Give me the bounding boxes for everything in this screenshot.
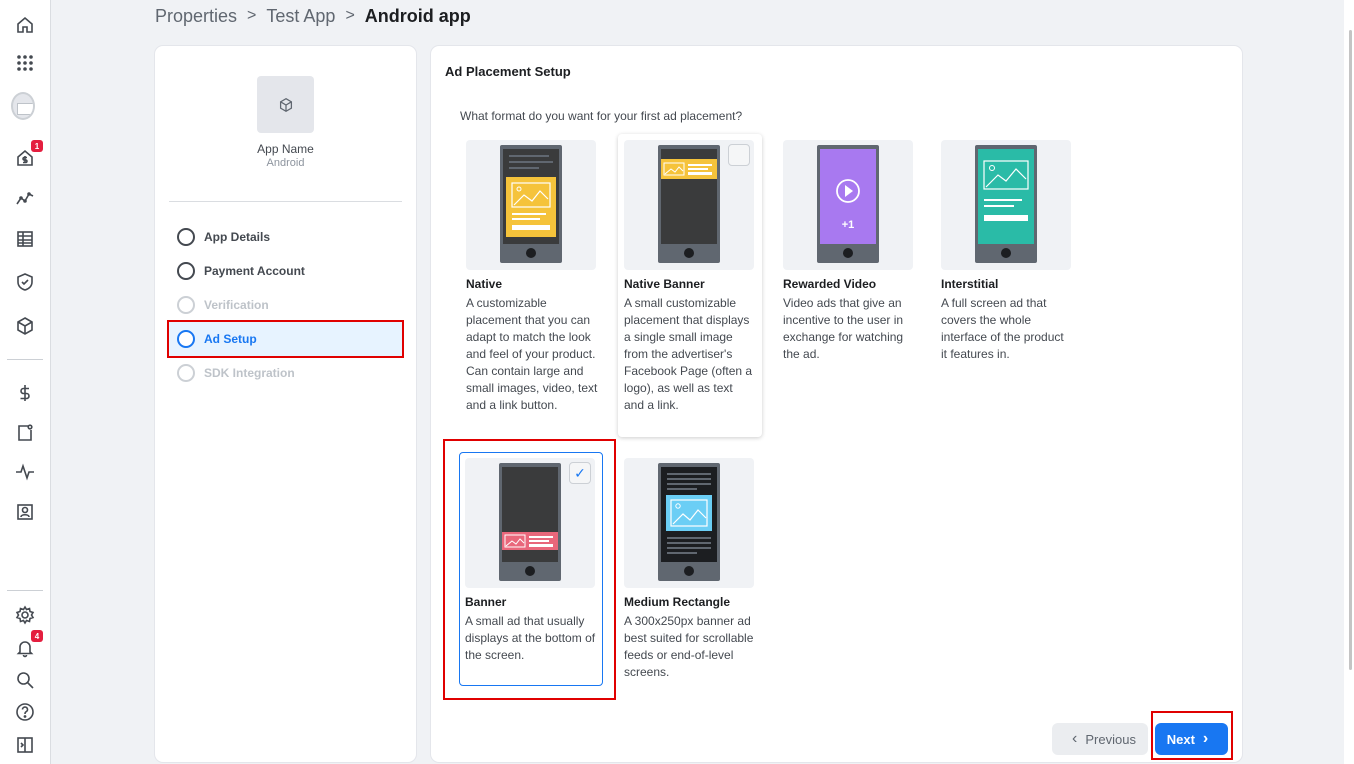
step-indicator bbox=[177, 262, 195, 280]
breadcrumb-separator: > bbox=[247, 7, 257, 24]
next-highlight-box bbox=[1151, 711, 1233, 760]
step-indicator bbox=[177, 296, 195, 314]
format-option-medium-rectangle[interactable]: Medium Rectangle A 300x250px banner ad b… bbox=[618, 452, 762, 681]
notifications-badge: 4 bbox=[31, 630, 43, 642]
breadcrumb-properties[interactable]: Properties bbox=[155, 6, 237, 27]
home-icon[interactable] bbox=[13, 13, 37, 37]
select-checkbox[interactable] bbox=[728, 144, 750, 166]
business-icon[interactable] bbox=[13, 500, 37, 524]
apps-grid-icon[interactable] bbox=[13, 51, 37, 75]
panel-title: Ad Placement Setup bbox=[445, 64, 571, 79]
format-option-native[interactable]: Native A customizable placement that you… bbox=[460, 134, 604, 414]
step-ad-setup[interactable]: Ad Setup bbox=[167, 320, 404, 358]
step-verification: Verification bbox=[169, 288, 402, 322]
step-payment-account[interactable]: Payment Account bbox=[169, 254, 402, 288]
format-option-rewarded-video[interactable]: +1 Rewarded Video Video ads that give an… bbox=[777, 134, 921, 363]
format-name: Native bbox=[466, 277, 503, 291]
native-banner-preview bbox=[624, 140, 754, 270]
settings-icon[interactable] bbox=[13, 603, 37, 627]
medium-rectangle-preview bbox=[624, 458, 754, 588]
step-indicator bbox=[177, 228, 195, 246]
banner-highlight-box bbox=[443, 439, 616, 700]
monetization-icon[interactable]: 1 bbox=[13, 140, 43, 170]
sidebar-divider bbox=[169, 201, 402, 202]
phone-mockup bbox=[658, 145, 720, 263]
breadcrumb: Properties > Test App > Android app bbox=[155, 4, 471, 28]
rail-divider bbox=[7, 359, 43, 360]
breadcrumb-current-page: Android app bbox=[364, 5, 471, 26]
format-description: A small customizable placement that disp… bbox=[624, 296, 753, 412]
format-question: What format do you want for your first a… bbox=[460, 109, 743, 123]
format-name: Rewarded Video bbox=[783, 277, 877, 291]
breadcrumb-test-app[interactable]: Test App bbox=[266, 6, 335, 27]
step-app-details[interactable]: App Details bbox=[169, 220, 402, 254]
properties-icon[interactable] bbox=[13, 314, 37, 338]
phone-mockup bbox=[500, 145, 562, 263]
interstitial-preview bbox=[941, 140, 1071, 270]
step-indicator bbox=[177, 330, 195, 348]
breadcrumb-separator: > bbox=[345, 7, 355, 24]
phone-mockup bbox=[975, 145, 1037, 263]
step-label: Payment Account bbox=[204, 264, 305, 278]
previous-button[interactable]: ‹ Previous bbox=[1052, 723, 1148, 755]
activity-icon[interactable] bbox=[13, 460, 37, 484]
chevron-left-icon: ‹ bbox=[1072, 730, 1078, 747]
step-label: App Details bbox=[204, 230, 271, 244]
collapse-icon[interactable] bbox=[13, 733, 37, 757]
search-icon[interactable] bbox=[13, 668, 37, 692]
native-preview bbox=[466, 140, 596, 270]
app-icon bbox=[257, 76, 314, 133]
step-label: Verification bbox=[204, 298, 269, 312]
reports-icon[interactable] bbox=[13, 227, 37, 251]
format-name: Interstitial bbox=[941, 277, 999, 291]
step-indicator bbox=[177, 364, 195, 382]
previous-label: Previous bbox=[1085, 731, 1136, 747]
format-option-interstitial[interactable]: Interstitial A full screen ad that cover… bbox=[935, 134, 1079, 363]
integrity-icon[interactable] bbox=[13, 270, 37, 294]
format-description: Video ads that give an incentive to the … bbox=[783, 296, 904, 361]
scrollbar-thumb[interactable] bbox=[1349, 30, 1352, 670]
rail-divider-bottom bbox=[7, 590, 43, 591]
wizard-steps: App Details Payment Account Verification… bbox=[167, 220, 404, 390]
wizard-sidebar: App Name Android App Details Payment Acc… bbox=[155, 46, 416, 762]
notifications-icon[interactable]: 4 bbox=[13, 630, 43, 660]
analytics-icon[interactable] bbox=[13, 187, 37, 211]
phone-mockup: +1 bbox=[817, 145, 879, 263]
step-sdk-integration: SDK Integration bbox=[169, 356, 402, 390]
payouts-icon[interactable] bbox=[13, 381, 37, 405]
page-scrollbar[interactable] bbox=[1344, 0, 1354, 764]
format-name: Medium Rectangle bbox=[624, 595, 731, 609]
format-name: Native Banner bbox=[624, 277, 705, 291]
format-description: A customizable placement that you can ad… bbox=[466, 296, 598, 412]
format-description: A full screen ad that covers the whole i… bbox=[941, 296, 1064, 361]
reward-label: +1 bbox=[841, 219, 855, 231]
app-name: App Name bbox=[257, 142, 314, 156]
step-label: Ad Setup bbox=[204, 332, 257, 346]
rewarded-video-preview: +1 bbox=[783, 140, 913, 270]
phone-mockup bbox=[658, 463, 720, 581]
left-nav-rail: 1 4 bbox=[0, 0, 51, 764]
app-platform: Android bbox=[266, 157, 305, 169]
format-description: A 300x250px banner ad best suited for sc… bbox=[624, 614, 754, 679]
ad-units-icon[interactable] bbox=[13, 421, 37, 445]
help-icon[interactable] bbox=[13, 700, 37, 724]
avatar-icon[interactable] bbox=[11, 92, 35, 120]
step-label: SDK Integration bbox=[204, 366, 295, 380]
format-option-native-banner[interactable]: Native Banner A small customizable place… bbox=[618, 134, 762, 437]
ad-placement-setup-panel: Ad Placement Setup What format do you wa… bbox=[431, 46, 1242, 762]
payments-badge: 1 bbox=[31, 140, 43, 152]
